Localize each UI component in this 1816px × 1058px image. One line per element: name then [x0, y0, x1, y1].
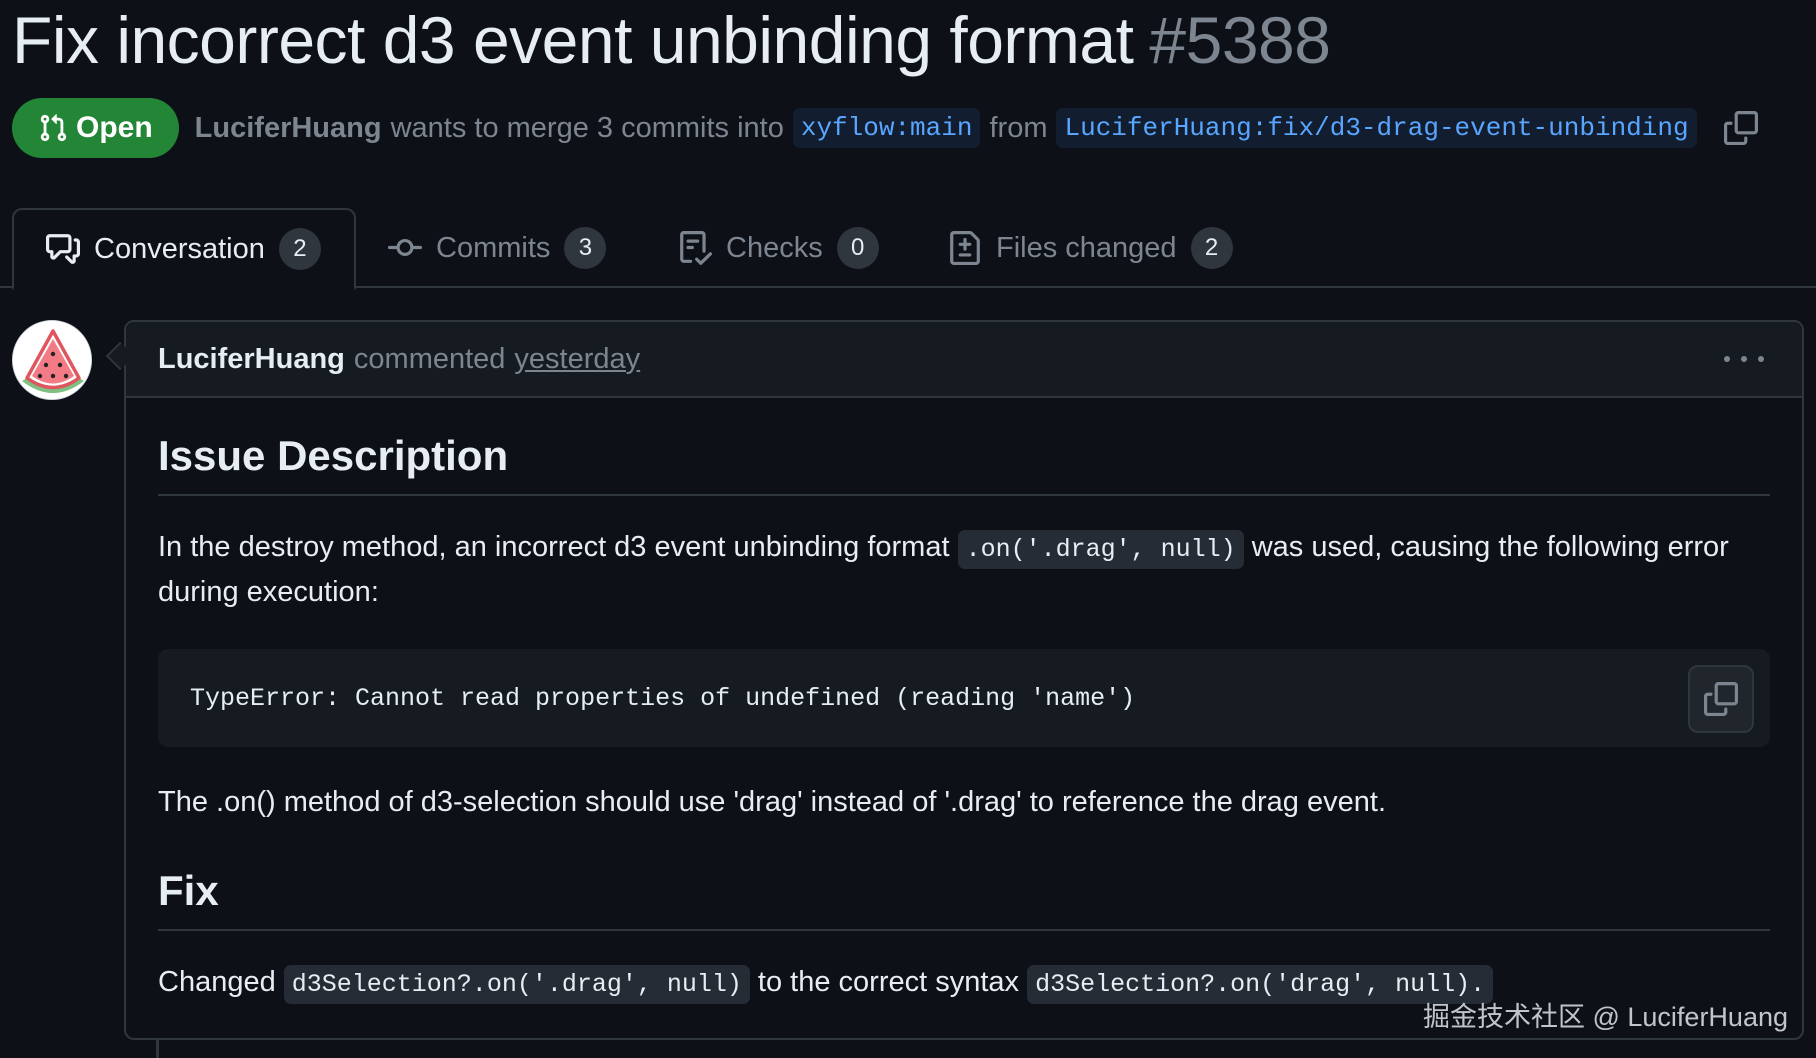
comment-timestamp-link[interactable]: yesterday — [514, 343, 640, 376]
watermelon-avatar-icon — [13, 321, 91, 399]
paragraph-issue: In the destroy method, an incorrect d3 e… — [158, 526, 1770, 613]
tab-counter: 3 — [564, 227, 607, 269]
code-block: TypeError: Cannot read properties of und… — [158, 649, 1770, 747]
paragraph-text: to the correct syntax — [757, 966, 1020, 998]
file-diff-icon — [950, 231, 980, 265]
comment-body: Issue Description In the destroy method,… — [158, 398, 1770, 1006]
pr-meta-row: Open LuciferHuang wants to merge 3 commi… — [12, 98, 1758, 158]
tab-counter: 0 — [836, 227, 879, 269]
comment-action: commented — [353, 342, 506, 375]
checklist-icon — [680, 231, 712, 265]
tab-label: Commits — [436, 231, 551, 264]
timeline-line — [156, 1040, 159, 1058]
tab-label: Checks — [726, 231, 823, 264]
paragraph-text: Changed — [158, 966, 276, 998]
copy-icon — [1704, 682, 1738, 716]
pull-request-page: Fix incorrect d3 event unbinding format #… — [0, 0, 1816, 1058]
from-text: from — [989, 111, 1048, 144]
pr-author-link[interactable]: LuciferHuang — [195, 112, 382, 145]
pr-merge-info: LuciferHuang wants to merge 3 commits in… — [195, 108, 1758, 148]
inline-code: .on('.drag', null) — [957, 530, 1244, 569]
kebab-menu-icon[interactable] — [1724, 344, 1764, 374]
paragraph-explanation: The .on() method of d3-selection should … — [158, 786, 1386, 818]
tab-files-changed[interactable]: Files changed 2 — [948, 208, 1233, 288]
tab-counter: 2 — [1190, 227, 1233, 269]
tab-label: Files changed — [996, 231, 1177, 264]
tab-conversation[interactable]: Conversation 2 — [12, 208, 356, 290]
git-commit-icon — [388, 238, 422, 256]
tab-commits[interactable]: Commits 3 — [388, 208, 607, 288]
tab-label: Conversation — [94, 232, 265, 265]
copy-icon[interactable] — [1723, 111, 1758, 145]
comment-author-link[interactable]: LuciferHuang — [158, 343, 345, 376]
git-pull-request-icon — [40, 114, 67, 142]
pr-state-badge: Open — [12, 98, 179, 158]
base-branch-link[interactable]: xyflow:main — [792, 108, 981, 148]
avatar[interactable] — [12, 320, 92, 400]
pr-title-text: Fix incorrect d3 event unbinding format — [12, 3, 1134, 77]
pr-state-label: Open — [76, 111, 153, 144]
comment-discussion-icon — [46, 234, 80, 264]
watermark: 掘金技术社区 @ LuciferHuang — [1422, 1002, 1788, 1032]
merge-text: wants to merge 3 commits into — [390, 111, 784, 144]
pr-tabs: Conversation 2 Commits 3 Checks 0 Files … — [0, 208, 1816, 290]
comment-box: LuciferHuang commented yesterday Issue D… — [124, 320, 1804, 1040]
copy-code-button[interactable] — [1688, 665, 1754, 733]
heading-fix: Fix — [158, 833, 1770, 931]
head-branch-link[interactable]: LuciferHuang:fix/d3-drag-event-unbinding — [1056, 108, 1697, 148]
heading-issue-description: Issue Description — [158, 398, 1770, 496]
comment-header: LuciferHuang commented yesterday — [126, 322, 1802, 398]
pr-number: #5388 — [1149, 3, 1331, 77]
paragraph-text: In the destroy method, an incorrect d3 e… — [158, 531, 950, 563]
inline-code: d3Selection?.on('.drag', null) — [283, 965, 750, 1004]
tab-counter: 2 — [278, 228, 321, 270]
code-block-text: TypeError: Cannot read properties of und… — [190, 683, 1136, 713]
pr-title: Fix incorrect d3 event unbinding format #… — [12, 2, 1331, 78]
tab-checks[interactable]: Checks 0 — [678, 208, 879, 288]
